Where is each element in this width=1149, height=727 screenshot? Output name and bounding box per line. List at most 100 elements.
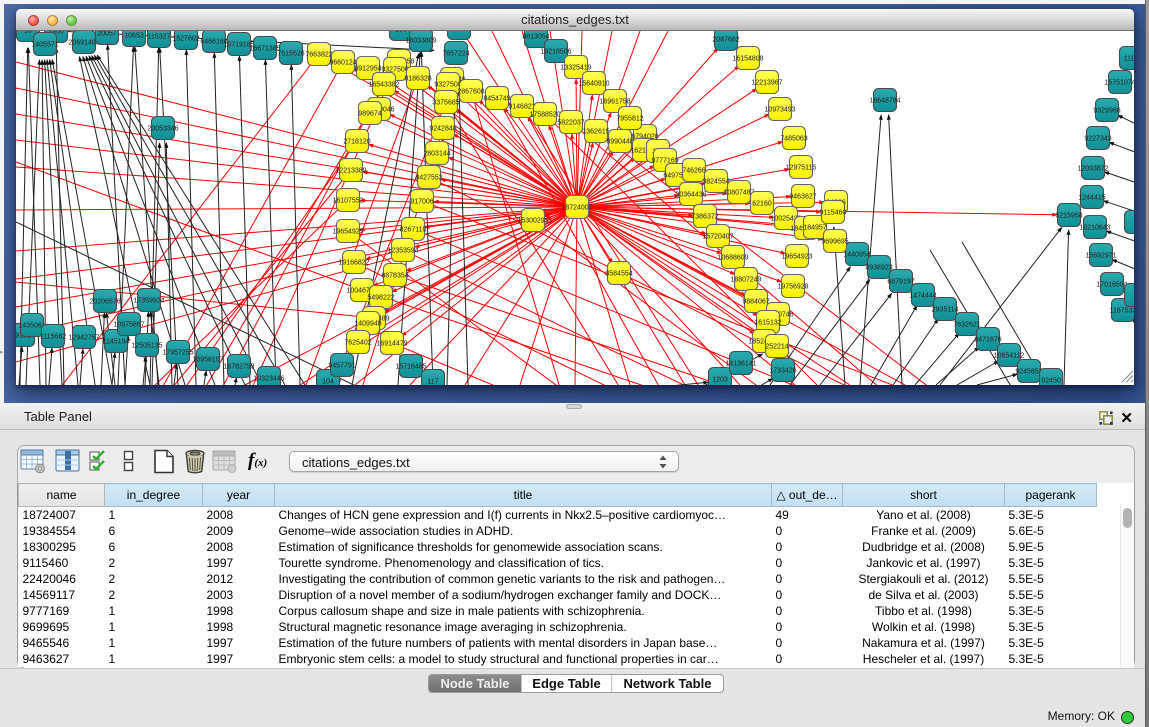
svg-text:10807487: 10807487 [723,190,754,197]
svg-text:12505135: 12505135 [131,343,162,350]
svg-text:2087682: 2087682 [712,37,739,44]
svg-text:16033809: 16033809 [405,38,436,45]
svg-text:20057: 20057 [97,31,117,38]
svg-text:15640910: 15640910 [578,81,609,88]
svg-text:8471676: 8471676 [974,337,1001,344]
svg-text:7515526: 7515526 [277,51,304,58]
svg-text:5498222: 5498222 [367,295,394,302]
svg-text:9457791: 9457791 [328,363,355,370]
svg-text:10654112: 10654112 [994,353,1025,360]
svg-text:7386372: 7386372 [691,214,718,221]
svg-text:92450: 92450 [1041,378,1061,385]
svg-text:9660124: 9660124 [329,60,356,67]
svg-text:8813054: 8813054 [522,34,549,41]
svg-text:86: 86 [455,31,463,33]
svg-text:7632621: 7632621 [953,322,980,329]
svg-text:9463627: 9463627 [789,194,816,201]
svg-text:9245652: 9245652 [1015,369,1042,376]
svg-text:2935114: 2935114 [932,307,959,314]
svg-text:1362615: 1362615 [582,129,609,136]
svg-text:6879197: 6879197 [887,279,914,286]
svg-text:117: 117 [427,379,438,385]
svg-text:16914479: 16914479 [376,341,407,348]
svg-text:16782759: 16782759 [223,364,254,371]
svg-text:10973493: 10973493 [764,107,795,114]
svg-text:989674: 989674 [358,111,381,118]
svg-text:109: 109 [395,31,407,34]
svg-text:10688609: 10688609 [717,255,748,262]
svg-text:917006: 917006 [410,199,433,206]
svg-text:12975115: 12975115 [786,165,817,172]
svg-text:8938923: 8938923 [865,265,892,272]
svg-text:62160: 62160 [752,201,772,208]
svg-text:1527602: 1527602 [172,36,199,43]
svg-text:20364436: 20364436 [675,192,706,199]
svg-text:8990448: 8990448 [606,139,633,146]
svg-text:10653: 10653 [124,33,144,40]
svg-text:7663822: 7663822 [305,52,332,59]
svg-text:8878354: 8878354 [381,273,408,280]
svg-text:17957255: 17957255 [162,350,193,357]
svg-text:19654925: 19654925 [332,229,363,236]
svg-text:12213967: 12213967 [751,80,782,87]
svg-text:8267110: 8267110 [400,227,427,234]
svg-text:15716485: 15716485 [395,364,426,371]
svg-text:16961758: 16961758 [599,99,630,106]
svg-text:13325419: 13325419 [560,65,591,72]
svg-text:5215958: 5215958 [1055,213,1082,220]
svg-text:184957: 184957 [803,225,826,232]
svg-text:19166822: 19166822 [338,260,369,267]
svg-text:252214: 252214 [765,344,788,351]
svg-text:9227343: 9227343 [1084,136,1111,143]
svg-text:15692971: 15692971 [1085,253,1116,260]
svg-text:15300293: 15300293 [517,218,548,225]
svg-text:1112: 1112 [1124,56,1134,63]
svg-text:104: 104 [322,379,334,385]
svg-text:5822037: 5822037 [557,120,584,127]
svg-text:9242848: 9242848 [429,126,456,133]
svg-text:16648784: 16648784 [869,98,900,105]
svg-text:8912954: 8912954 [354,66,381,73]
svg-text:17588520: 17588520 [529,112,560,119]
svg-text:3584554: 3584554 [605,271,632,278]
svg-text:8454749: 8454749 [483,96,510,103]
svg-text:746266: 746266 [682,168,705,175]
svg-text:1409948: 1409948 [354,321,381,328]
svg-text:18807249: 18807249 [730,277,761,284]
svg-text:9327508: 9327508 [434,82,461,89]
svg-text:18: 18 [24,31,32,35]
svg-text:1203: 1203 [712,377,728,384]
svg-text:3375685: 3375685 [432,100,459,107]
svg-text:17016504: 17016504 [1096,282,1127,289]
svg-text:1244415: 1244415 [1078,195,1105,202]
svg-text:12942757: 12942757 [68,335,99,342]
svg-text:9115460: 9115460 [820,210,847,217]
svg-text:1405571: 1405571 [31,42,58,49]
svg-text:10958107: 10958107 [192,357,223,364]
svg-text:9699695: 9699695 [821,239,848,246]
svg-text:16107552: 16107552 [332,198,363,205]
svg-text:15720407: 15720407 [702,234,733,241]
svg-text:20691406: 20691406 [68,40,99,47]
svg-text:20206576: 20206576 [89,299,120,306]
svg-text:14136141: 14136141 [725,361,756,368]
svg-text:1115682: 1115682 [40,334,66,341]
svg-text:17359924: 17359924 [133,298,164,305]
svg-text:16543382: 16543382 [368,82,399,89]
svg-text:18724007: 18724007 [561,205,592,212]
svg-text:1167533: 1167533 [1110,308,1134,315]
svg-text:1440954: 1440954 [843,252,870,259]
svg-text:1145194: 1145194 [103,339,130,346]
svg-text:1474444: 1474444 [909,293,936,300]
svg-text:7857224: 7857224 [442,51,469,58]
svg-text:9146821: 9146821 [508,104,535,111]
svg-text:1615132: 1615132 [754,320,781,327]
svg-text:19218506: 19218506 [540,49,571,56]
svg-text:15751074: 15751074 [1104,80,1134,87]
svg-text:9884067: 9884067 [742,299,769,306]
svg-text:8186328: 8186328 [404,76,431,83]
svg-text:19654923: 19654923 [781,254,812,261]
svg-text:20053346: 20053346 [147,126,178,133]
svg-text:7955812: 7955812 [616,116,643,123]
svg-text:12213389: 12213389 [335,168,366,175]
